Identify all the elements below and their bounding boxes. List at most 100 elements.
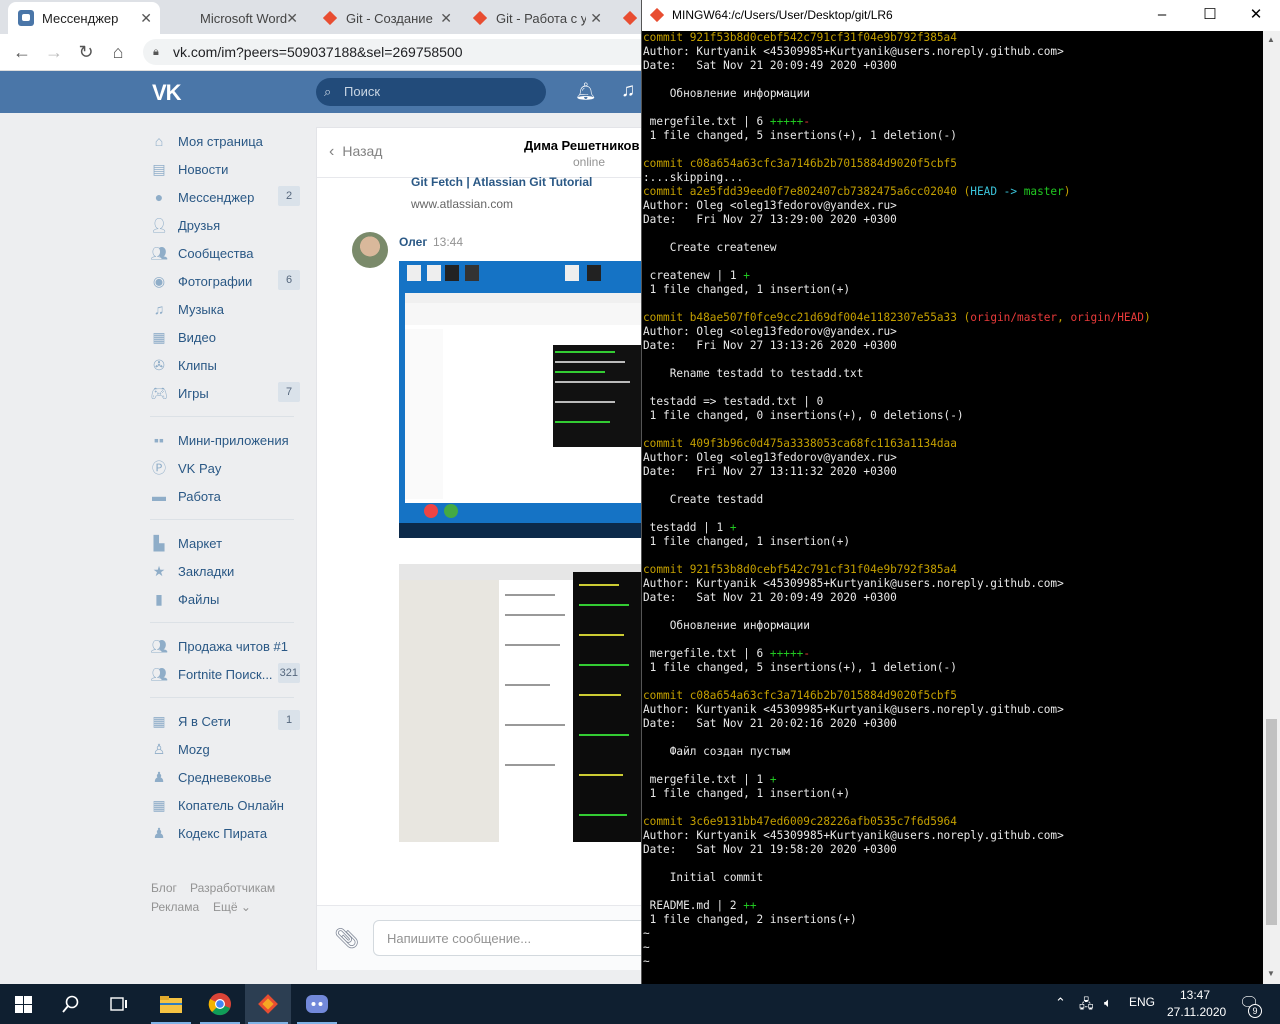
search-icon (62, 995, 79, 1013)
terminal-line: mergefile.txt | 6 +++++- (643, 115, 1263, 129)
terminal-line: :...skipping... (643, 171, 1263, 185)
link-preview-url[interactable]: www.atlassian.com (411, 197, 513, 211)
footer-link-more[interactable]: Ещё ⌄ (213, 900, 251, 914)
taskbar-file-explorer[interactable] (148, 984, 194, 1024)
photo-attachment[interactable] (399, 261, 641, 538)
sidebar-item-friends[interactable]: 👤︎ Друзья (150, 211, 300, 239)
avatar[interactable] (352, 232, 388, 268)
lock-icon[interactable]: 🔒︎ (153, 39, 159, 65)
sidebar-item-music[interactable]: ♫ Музыка (150, 295, 300, 323)
sidebar-item-app-pirate[interactable]: ♟ Кодекс Пирата (150, 819, 300, 847)
taskbar-chrome[interactable] (197, 984, 243, 1024)
back-arrow-icon[interactable]: ← (10, 40, 34, 64)
clock-time[interactable]: 13:47 (1180, 988, 1210, 1002)
sidebar-item-video[interactable]: ▦ Видео (150, 323, 300, 351)
search-button[interactable] (48, 984, 94, 1024)
sidebar-item-photos[interactable]: ◉ Фотографии 6 (150, 267, 300, 295)
language-indicator[interactable]: ENG (1129, 995, 1155, 1009)
search-input[interactable]: ⌕ Поиск (316, 78, 546, 106)
message-composer: 📎︎ Напишите сообщение... (317, 905, 641, 970)
sidebar-item-my-page[interactable]: ⌂ Моя страница (150, 127, 300, 155)
sidebar-item-group-fortnite[interactable]: 👥︎ Fortnite Поиск... 321 (150, 660, 300, 688)
home-icon[interactable]: ⌂ (106, 40, 130, 64)
sidebar-item-market[interactable]: ▙ Маркет (150, 529, 300, 557)
sidebar-item-group-cheats[interactable]: 👥︎ Продажа читов #1 (150, 632, 300, 660)
footer-link-blog[interactable]: Блог (151, 881, 177, 895)
terminal-text-segment: commit a2e5fdd39eed0f7e802407cb7382475a6… (643, 185, 964, 198)
back-button[interactable]: ‹ Назад (329, 143, 382, 161)
sidebar-item-clips[interactable]: ✇ Клипы (150, 351, 300, 379)
address-bar[interactable]: 🔒︎ vk.com/im?peers=509037188&sel=2697585… (143, 39, 641, 65)
sidebar-item-communities[interactable]: 👥︎ Сообщества (150, 239, 300, 267)
close-icon[interactable]: ✕ (1246, 5, 1266, 25)
message-sender[interactable]: Олег (399, 235, 427, 249)
bell-icon[interactable]: 🔔︎ (575, 82, 597, 102)
terminal-text-segment: 1 file changed, 1 insertion(+) (643, 283, 851, 296)
volume-icon[interactable]: 🔈︎ (1104, 995, 1112, 1011)
tab-git-extra[interactable] (612, 2, 641, 34)
photo-attachment[interactable] (399, 564, 641, 842)
taskbar-git-bash[interactable] (245, 984, 291, 1024)
maximize-icon[interactable]: ☐ (1200, 5, 1220, 25)
terminal-text-segment: Create createnew (643, 241, 777, 254)
close-tab-icon[interactable]: ✕ (286, 10, 298, 27)
terminal-text-segment: ++ (743, 899, 757, 912)
close-tab-icon[interactable]: ✕ (140, 10, 152, 27)
sidebar-item-bookmarks[interactable]: ★ Закладки (150, 557, 300, 585)
terminal-text-segment: ~ (643, 941, 650, 954)
tab-git-remote[interactable]: Git - Работа с у ✕ (462, 2, 610, 34)
paperclip-icon[interactable]: 📎︎ (334, 926, 359, 951)
scroll-down-icon[interactable]: ▼ (1267, 969, 1275, 978)
news-icon: ▤ (152, 161, 166, 177)
close-tab-icon[interactable]: ✕ (440, 10, 452, 27)
terminal-line: ~ (643, 941, 1263, 955)
link-preview-title[interactable]: Git Fetch | Atlassian Git Tutorial (411, 175, 592, 189)
footer-link-ads[interactable]: Реклама (151, 900, 199, 914)
sidebar-item-label: Mozg (178, 741, 210, 757)
terminal-output[interactable]: commit 921f53b8d0cebf542c791cf31f04e9b79… (643, 31, 1263, 984)
sidebar-item-app-ya-v-seti[interactable]: ▦ Я в Сети 1 (150, 707, 300, 735)
tab-git-create[interactable]: Git - Создание ✕ (312, 2, 460, 34)
start-button[interactable] (0, 984, 46, 1024)
vk-logo[interactable]: VK (152, 80, 182, 106)
group-icon: 👥︎ (150, 666, 168, 682)
sidebar-item-work[interactable]: ▬ Работа (150, 482, 300, 510)
sidebar-item-news[interactable]: ▤ Новости (150, 155, 300, 183)
terminal-line: commit a2e5fdd39eed0f7e802407cb7382475a6… (643, 185, 1263, 199)
task-view-button[interactable] (96, 984, 142, 1024)
scroll-up-icon[interactable]: ▲ (1267, 35, 1275, 44)
chevron-up-icon[interactable]: ⌃ (1055, 995, 1066, 1011)
terminal-text-segment: HEAD -> (970, 185, 1024, 198)
scrollbar-thumb[interactable] (1266, 719, 1277, 925)
sidebar-item-app-mozg[interactable]: ♙ Mozg (150, 735, 300, 763)
terminal-scrollbar[interactable]: ▲ ▼ (1263, 31, 1280, 984)
music-icon[interactable]: ♫ (621, 80, 635, 102)
tab-word[interactable]: Microsoft Word ✕ (166, 2, 306, 34)
reload-icon[interactable]: ↻ (74, 40, 98, 64)
chat-peer-name[interactable]: Дима Решетников (524, 138, 640, 153)
terminal-line: Date: Fri Nov 27 13:13:26 2020 +0300 (643, 339, 1263, 353)
sidebar-item-messenger[interactable]: ● Мессенджер 2 (150, 183, 300, 211)
minimize-icon[interactable]: – (1152, 5, 1172, 25)
sidebar-item-mini-apps[interactable]: ▪▪ Мини-приложения (150, 426, 300, 454)
network-icon[interactable]: 🖧︎ (1079, 995, 1094, 1017)
sidebar-item-games[interactable]: 🎮︎ Игры 7 (150, 379, 300, 407)
sidebar-item-files[interactable]: ▮ Файлы (150, 585, 300, 613)
message-time[interactable]: 13:44 (433, 235, 463, 249)
clock-date[interactable]: 27.11.2020 (1167, 1005, 1226, 1019)
tab-messenger[interactable]: Мессенджер ✕ (8, 2, 160, 34)
message-input[interactable]: Напишите сообщение... (373, 920, 641, 956)
close-tab-icon[interactable]: ✕ (590, 10, 602, 27)
sidebar-item-vk-pay[interactable]: Ⓟ VK Pay (150, 454, 300, 482)
sidebar-item-app-medieval[interactable]: ♟ Средневековье (150, 763, 300, 791)
terminal-line: ~ (643, 955, 1263, 969)
star-icon: ★ (152, 563, 166, 579)
forward-arrow-icon[interactable]: → (42, 40, 66, 64)
vk-messenger-icon (18, 10, 34, 26)
taskbar-discord[interactable] (294, 984, 340, 1024)
footer-link-developers[interactable]: Разработчикам (190, 881, 275, 895)
sidebar-item-app-digger[interactable]: ▦ Копатель Онлайн (150, 791, 300, 819)
